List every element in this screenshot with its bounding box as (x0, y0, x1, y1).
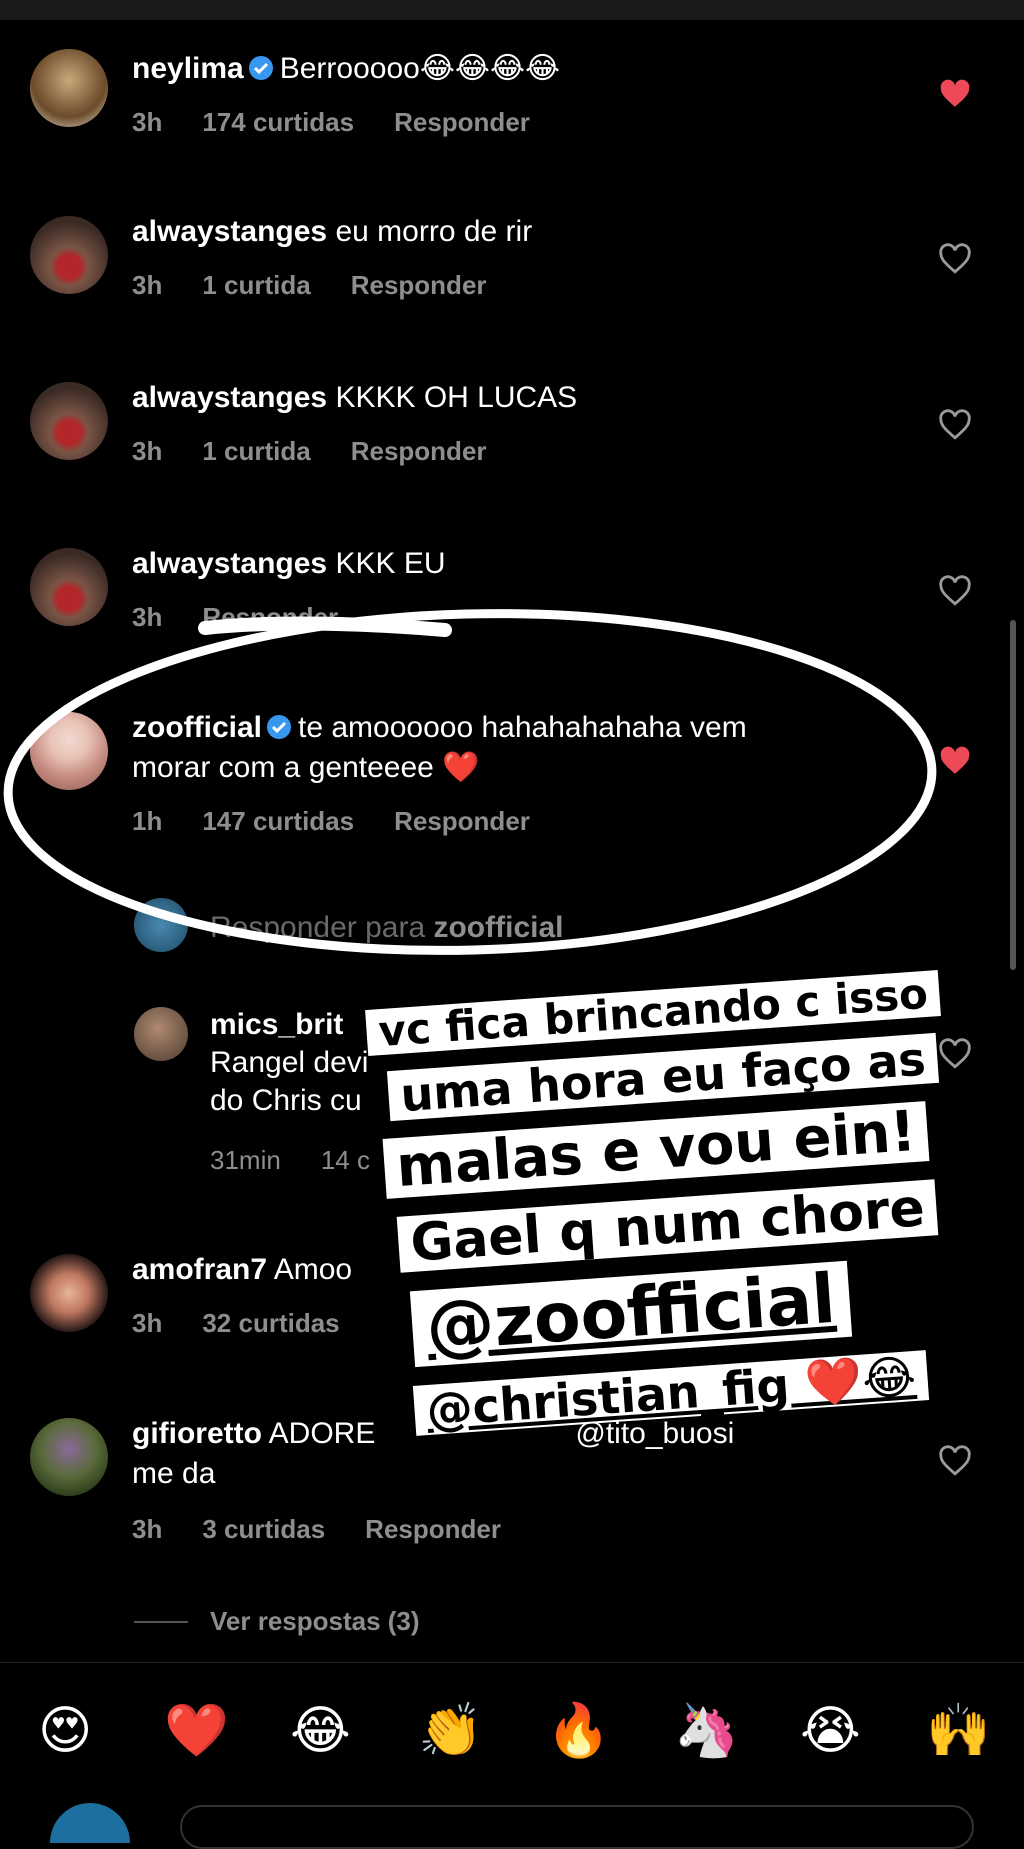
hand-drawn-circle-annotation (3, 609, 937, 955)
